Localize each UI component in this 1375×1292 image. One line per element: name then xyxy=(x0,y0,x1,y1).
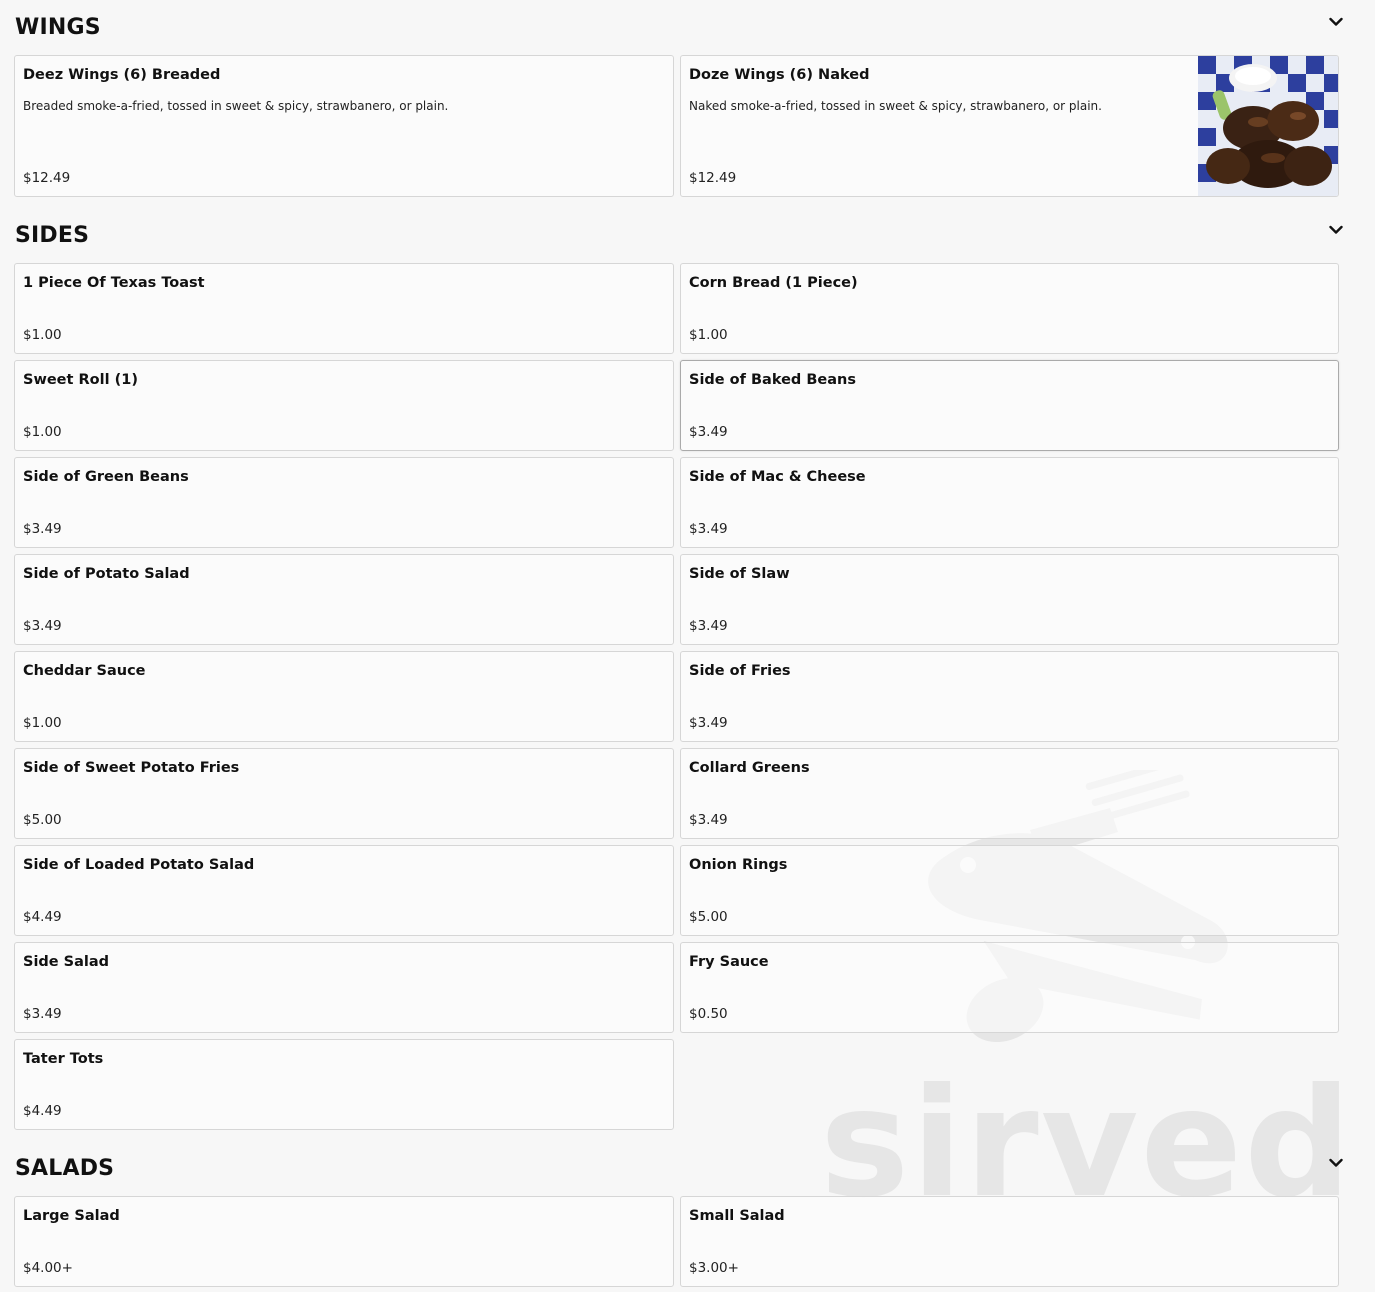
item-name: Collard Greens xyxy=(689,760,810,776)
menu-item-card[interactable]: Side of Baked Beans $3.49 xyxy=(680,360,1339,451)
item-price: $3.49 xyxy=(689,812,728,828)
menu-item-card[interactable]: 1 Piece Of Texas Toast $1.00 xyxy=(14,263,674,354)
menu-item-card[interactable]: Onion Rings $5.00 xyxy=(680,845,1339,936)
item-price: $3.49 xyxy=(689,521,728,537)
item-name: Small Salad xyxy=(689,1208,785,1224)
item-name: Side of Slaw xyxy=(689,566,790,582)
item-price: $12.49 xyxy=(689,170,737,186)
chevron-down-icon[interactable] xyxy=(1326,220,1346,240)
menu-item-card[interactable]: Sweet Roll (1) $1.00 xyxy=(14,360,674,451)
item-name: Large Salad xyxy=(23,1208,120,1224)
item-photo xyxy=(1198,56,1338,196)
item-name: Side Salad xyxy=(23,954,110,970)
item-name: Deez Wings (6) Breaded xyxy=(23,67,221,83)
chevron-down-icon[interactable] xyxy=(1326,1153,1346,1173)
menu-item-card[interactable]: Side of Sweet Potato Fries $5.00 xyxy=(14,748,674,839)
menu-item-card[interactable]: Side of Slaw $3.49 xyxy=(680,554,1339,645)
item-price: $0.50 xyxy=(689,1006,728,1022)
section-header[interactable]: SIDES xyxy=(14,208,1343,263)
section-sides: SIDES 1 Piece Of Texas Toast $1.00 Corn … xyxy=(14,208,1375,1130)
item-name: Side of Loaded Potato Salad xyxy=(23,857,255,873)
item-price: $3.00+ xyxy=(689,1260,739,1276)
item-price: $5.00 xyxy=(689,909,728,925)
item-price: $5.00 xyxy=(23,812,62,828)
menu-item-card[interactable]: Cheddar Sauce $1.00 xyxy=(14,651,674,742)
menu-item-card[interactable]: Corn Bread (1 Piece) $1.00 xyxy=(680,263,1339,354)
item-name: Side of Mac & Cheese xyxy=(689,469,866,485)
menu-item-card[interactable]: Side of Mac & Cheese $3.49 xyxy=(680,457,1339,548)
section-header[interactable]: WINGS xyxy=(14,0,1343,55)
chevron-down-icon[interactable] xyxy=(1326,12,1346,32)
section-title: SIDES xyxy=(15,223,90,248)
item-price: $3.49 xyxy=(23,618,62,634)
menu-item-card[interactable]: Small Salad $3.00+ xyxy=(680,1196,1339,1287)
item-name: Side of Fries xyxy=(689,663,791,679)
menu-item-card[interactable]: Deez Wings (6) Breaded Breaded smoke-a-f… xyxy=(14,55,674,197)
item-price: $4.00+ xyxy=(23,1260,73,1276)
item-name: 1 Piece Of Texas Toast xyxy=(23,275,205,291)
menu-item-card[interactable]: Side of Potato Salad $3.49 xyxy=(14,554,674,645)
item-name: Sweet Roll (1) xyxy=(23,372,138,388)
menu-item-card[interactable]: Tater Tots $4.49 xyxy=(14,1039,674,1130)
section-salads: SALADS Large Salad $4.00+ Small Salad $3… xyxy=(14,1141,1375,1287)
menu-item-card[interactable]: Side of Loaded Potato Salad $4.49 xyxy=(14,845,674,936)
item-name: Side of Green Beans xyxy=(23,469,189,485)
item-name: Tater Tots xyxy=(23,1051,104,1067)
item-price: $1.00 xyxy=(23,715,62,731)
item-price: $1.00 xyxy=(689,327,728,343)
menu-item-card[interactable]: Fry Sauce $0.50 xyxy=(680,942,1339,1033)
item-name: Cheddar Sauce xyxy=(23,663,146,679)
item-price: $3.49 xyxy=(689,618,728,634)
menu-item-card[interactable]: Collard Greens $3.49 xyxy=(680,748,1339,839)
item-price: $3.49 xyxy=(23,1006,62,1022)
item-name: Side of Sweet Potato Fries xyxy=(23,760,240,776)
item-price: $12.49 xyxy=(23,170,71,186)
menu: WINGS Deez Wings (6) Breaded Breaded smo… xyxy=(0,0,1375,1287)
item-price: $1.00 xyxy=(23,327,62,343)
item-name: Onion Rings xyxy=(689,857,788,873)
menu-item-card[interactable]: Large Salad $4.00+ xyxy=(14,1196,674,1287)
item-price: $3.49 xyxy=(23,521,62,537)
item-price: $3.49 xyxy=(689,424,728,440)
item-price: $1.00 xyxy=(23,424,62,440)
item-name: Corn Bread (1 Piece) xyxy=(689,275,858,291)
menu-item-card[interactable]: Side of Green Beans $3.49 xyxy=(14,457,674,548)
menu-item-card[interactable]: Side Salad $3.49 xyxy=(14,942,674,1033)
item-name: Side of Baked Beans xyxy=(689,372,856,388)
item-description: Breaded smoke-a-fried, tossed in sweet &… xyxy=(23,99,449,113)
section-title: SALADS xyxy=(15,1156,115,1181)
menu-item-card[interactable]: Doze Wings (6) Naked Naked smoke-a-fried… xyxy=(680,55,1339,197)
item-name: Fry Sauce xyxy=(689,954,769,970)
item-price: $4.49 xyxy=(23,909,62,925)
menu-item-card[interactable]: Side of Fries $3.49 xyxy=(680,651,1339,742)
item-price: $3.49 xyxy=(689,715,728,731)
item-name: Side of Potato Salad xyxy=(23,566,190,582)
section-wings: WINGS Deez Wings (6) Breaded Breaded smo… xyxy=(14,0,1375,197)
section-header[interactable]: SALADS xyxy=(14,1141,1343,1196)
section-title: WINGS xyxy=(15,15,101,40)
item-price: $4.49 xyxy=(23,1103,62,1119)
